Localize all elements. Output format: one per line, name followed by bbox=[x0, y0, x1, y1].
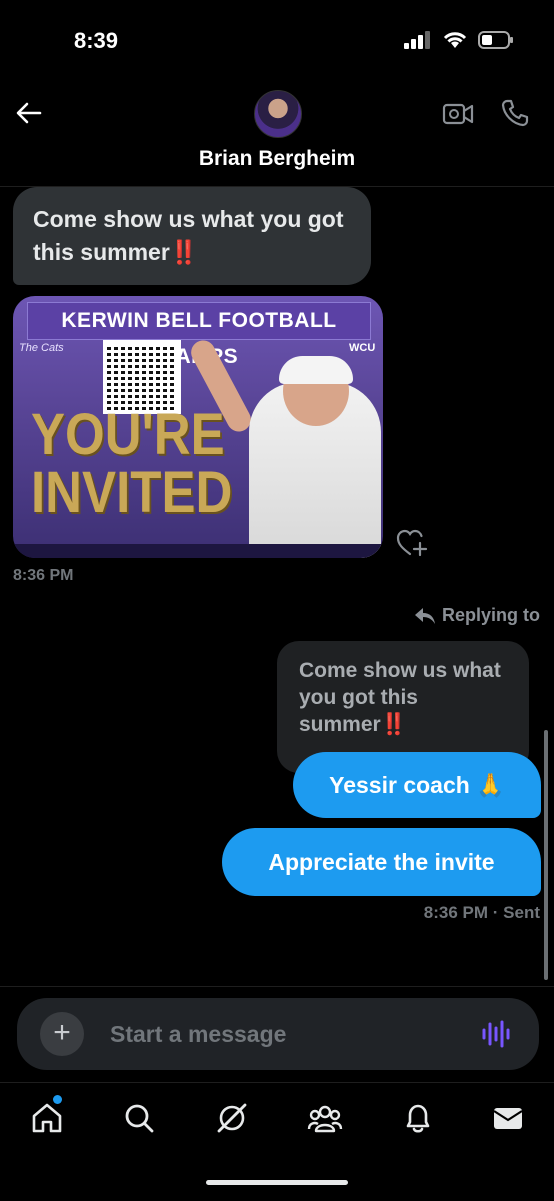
card-headline-line2: INVITED bbox=[31, 460, 233, 525]
card-footer-strip bbox=[13, 544, 383, 558]
video-call-button[interactable] bbox=[442, 100, 474, 133]
voice-wave-icon bbox=[482, 1020, 510, 1048]
incoming-timestamp: 8:36 PM bbox=[13, 567, 74, 584]
grok-icon bbox=[217, 1103, 247, 1133]
sent-status: · Sent bbox=[492, 903, 540, 922]
outgoing-message-bubble[interactable]: Appreciate the invite bbox=[222, 828, 541, 896]
signal-icon bbox=[404, 31, 430, 49]
bell-icon bbox=[406, 1104, 430, 1133]
envelope-icon bbox=[493, 1108, 523, 1129]
voice-message-button[interactable] bbox=[480, 1018, 512, 1055]
battery-icon bbox=[478, 31, 513, 49]
add-media-button[interactable]: + bbox=[40, 1012, 84, 1056]
plus-icon: + bbox=[53, 1016, 71, 1049]
search-icon bbox=[125, 1104, 154, 1133]
outgoing-time: 8:36 PM bbox=[423, 903, 489, 922]
card-logo-left: The Cats bbox=[19, 342, 64, 354]
outgoing-timestamp: 8:36 PM · Sent bbox=[424, 903, 540, 923]
contact-name[interactable]: Brian Bergheim bbox=[0, 147, 554, 171]
tab-grok[interactable] bbox=[212, 1098, 252, 1138]
home-icon bbox=[32, 1103, 62, 1133]
card-banner: KERWIN BELL FOOTBALL CAMPS bbox=[27, 302, 371, 368]
tab-communities[interactable] bbox=[305, 1098, 345, 1138]
reply-arrow-icon bbox=[415, 607, 435, 624]
incoming-message-bubble[interactable]: Come show us what you got this summer‼️ bbox=[13, 187, 371, 285]
message-input[interactable] bbox=[110, 1016, 450, 1052]
outgoing-message-bubble[interactable]: Yessir coach 🙏 bbox=[293, 752, 541, 818]
coach-hat bbox=[279, 356, 353, 384]
tab-messages[interactable] bbox=[488, 1098, 528, 1138]
card-headline-line1: YOU'RE bbox=[31, 402, 225, 467]
video-camera-icon bbox=[442, 103, 474, 125]
replying-to-label: Replying to bbox=[414, 605, 540, 626]
avatar[interactable] bbox=[254, 90, 302, 138]
heart-plus-icon bbox=[396, 529, 428, 557]
tab-notifications[interactable] bbox=[398, 1098, 438, 1138]
card-headline: YOU'RE INVITED bbox=[31, 406, 232, 522]
home-notification-dot bbox=[53, 1095, 62, 1104]
voice-call-button[interactable] bbox=[500, 98, 530, 133]
arrow-left-icon bbox=[16, 102, 42, 124]
phone-icon bbox=[501, 99, 529, 127]
shared-image-card[interactable]: KERWIN BELL FOOTBALL CAMPS The Cats WCU … bbox=[13, 296, 383, 558]
status-indicators bbox=[404, 30, 514, 50]
replying-to-text: Replying to bbox=[442, 605, 540, 625]
react-button[interactable] bbox=[396, 528, 428, 563]
status-time: 8:39 bbox=[74, 28, 119, 53]
back-button[interactable] bbox=[14, 98, 44, 128]
tab-search[interactable] bbox=[119, 1098, 159, 1138]
card-logo-right: WCU bbox=[349, 342, 376, 354]
wifi-icon bbox=[443, 32, 467, 48]
home-indicator bbox=[206, 1180, 348, 1185]
tab-home[interactable] bbox=[27, 1098, 67, 1138]
communities-icon bbox=[307, 1105, 343, 1133]
composer-divider bbox=[0, 986, 554, 987]
scrollbar[interactable] bbox=[544, 730, 548, 980]
